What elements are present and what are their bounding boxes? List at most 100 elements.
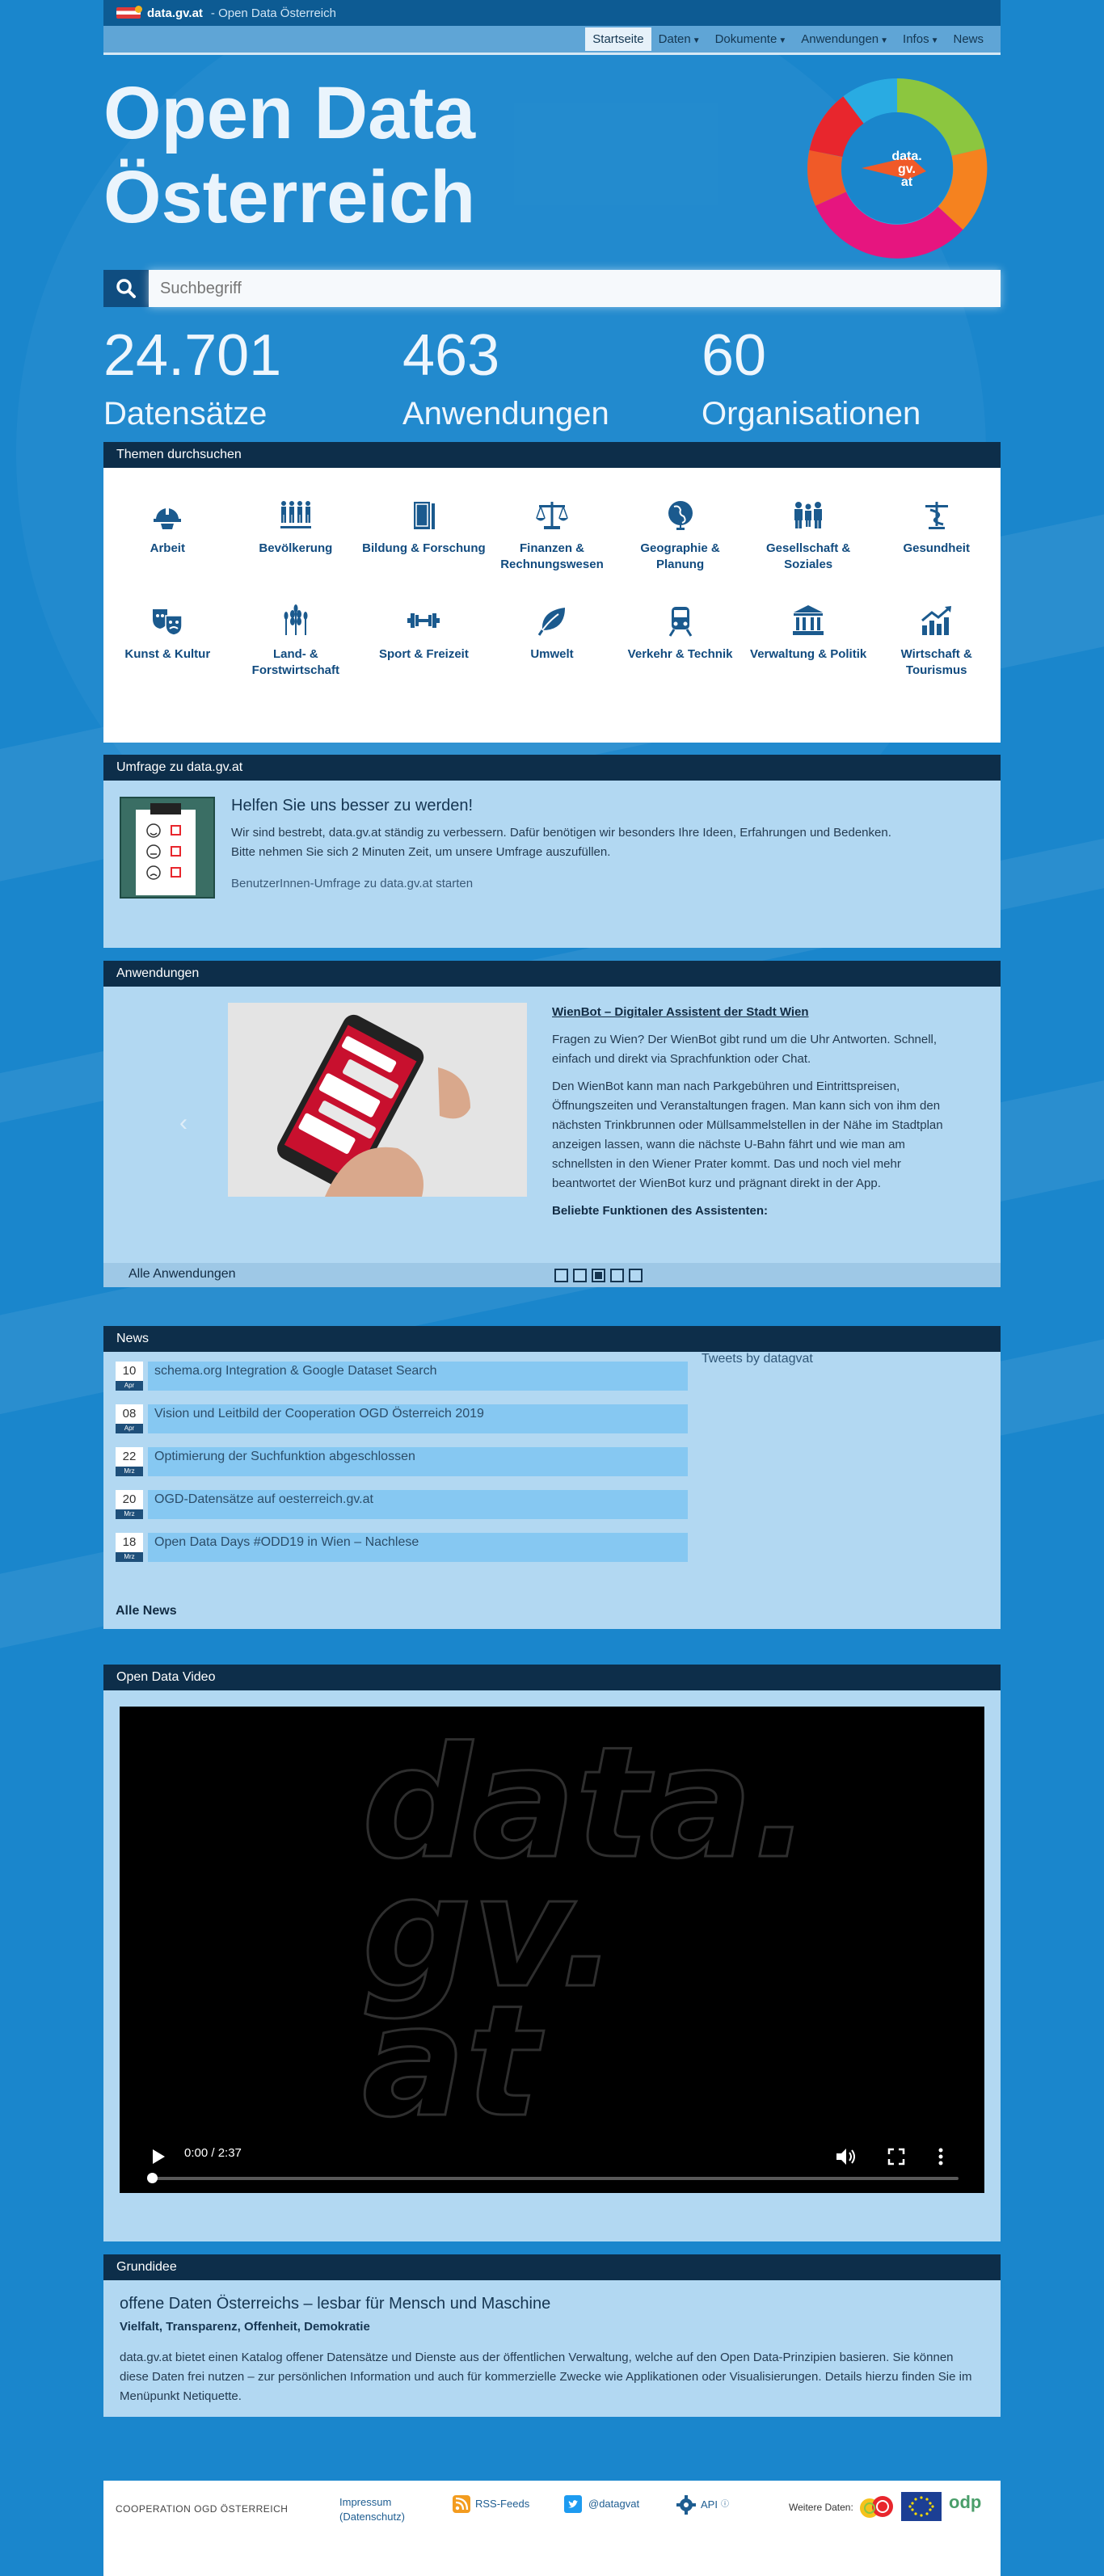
theme-bevoelkerung[interactable]: Bevölkerung (232, 486, 360, 591)
theme-kunst[interactable]: Kunst & Kultur (103, 591, 232, 697)
news-title[interactable]: Open Data Days #ODD19 in Wien – Nachlese (148, 1533, 688, 1562)
all-news-link[interactable]: Alle News (116, 1604, 177, 1618)
menu-daten[interactable]: Daten ▼ (651, 27, 708, 51)
video-progress-track[interactable] (150, 2177, 959, 2180)
rss-link[interactable]: RSS-Feeds (453, 2495, 529, 2513)
gear-icon (676, 2495, 696, 2515)
news-title[interactable]: Optimierung der Suchfunktion abgeschloss… (148, 1447, 688, 1476)
menu-label: Anwendungen (801, 32, 879, 46)
fullscreen-icon[interactable] (887, 2148, 905, 2166)
watermark-line: at (362, 1972, 544, 2151)
tweets-link[interactable]: Tweets by datagvat (702, 1352, 813, 1366)
caret-down-icon: ▼ (930, 36, 939, 45)
news-item[interactable]: 22 Mrz Optimierung der Suchfunktion abges… (116, 1447, 688, 1476)
caret-down-icon: ▼ (880, 36, 889, 45)
stat-organisations[interactable]: 60 Organisationen (702, 322, 1001, 435)
carousel-dot[interactable] (554, 1269, 568, 1282)
theme-wirtschaft[interactable]: Wirtschaft & Tourismus (872, 591, 1001, 697)
application-title-link[interactable]: WienBot – Digitaler Assistent der Stadt … (552, 1003, 956, 1022)
news-item[interactable]: 10 Apr schema.org Integration & Google Da… (116, 1362, 688, 1391)
news-item[interactable]: 18 Mrz Open Data Days #ODD19 in Wien – Na… (116, 1533, 688, 1562)
video-controls: 0:00 / 2:37 (120, 2145, 984, 2193)
survey-body: Helfen Sie uns besser zu werden! Wir sin… (103, 781, 1001, 948)
news-date: 22 Mrz (116, 1447, 143, 1476)
theme-sport[interactable]: Sport & Freizeit (360, 591, 488, 697)
theme-label: Gesundheit (903, 541, 970, 555)
menu-infos[interactable]: Infos ▼ (895, 27, 946, 51)
carousel-prev-icon[interactable]: ‹ (179, 1109, 188, 1137)
datenschutz-link[interactable]: (Datenschutz) (339, 2510, 405, 2524)
play-icon[interactable] (150, 2148, 166, 2166)
carousel-dot-active[interactable] (592, 1269, 605, 1282)
twitter-link[interactable]: @datagvat (564, 2495, 639, 2513)
train-icon (668, 607, 692, 637)
top-bar: data.gv.at - Open Data Österreich (103, 0, 1001, 26)
stat-datasets[interactable]: 24.701 Datensätze (103, 322, 402, 435)
main-menu: Startseite Daten ▼ Dokumente ▼ Anwendungen… (103, 26, 1001, 55)
search-icon (116, 279, 136, 298)
partner-logo-icon[interactable] (858, 2492, 895, 2521)
theme-label: Verwaltung & Politik (750, 647, 867, 661)
menu-anwendungen[interactable]: Anwendungen ▼ (794, 27, 895, 51)
cooperation-ogd-logo[interactable]: COOPERATION OGD ÖSTERREICH (116, 2503, 288, 2515)
carousel-dot[interactable] (629, 1269, 643, 1282)
eu-flag-icon[interactable] (901, 2492, 942, 2521)
theme-gesellschaft[interactable]: Gesellschaft & Soziales (744, 486, 873, 591)
news-title[interactable]: OGD-Datensätze auf oesterreich.gv.at (148, 1490, 688, 1519)
odp-logo[interactable]: odp (949, 2492, 981, 2513)
volume-icon[interactable] (835, 2147, 856, 2166)
news-title[interactable]: schema.org Integration & Google Dataset … (148, 1362, 688, 1391)
themes-panel: Themen durchsuchen Arbeit Bevölkerung Bi… (103, 442, 1001, 743)
all-applications-link[interactable]: Alle Anwendungen (129, 1267, 236, 1282)
grundidee-body: offene Daten Österreichs – lesbar für Me… (103, 2280, 1001, 2417)
menu-news[interactable]: News (946, 27, 991, 51)
search-button[interactable] (103, 270, 149, 307)
theme-bildung[interactable]: Bildung & Forschung (360, 486, 488, 591)
carousel-dot[interactable] (573, 1269, 587, 1282)
rss-label: RSS-Feeds (475, 2498, 530, 2510)
theme-arbeit[interactable]: Arbeit (103, 486, 232, 591)
news-day: 22 (122, 1450, 137, 1463)
video-progress-knob[interactable] (147, 2173, 158, 2183)
theme-verkehr[interactable]: Verkehr & Technik (616, 591, 744, 697)
stat-applications[interactable]: 463 Anwendungen (402, 322, 702, 435)
news-month: Apr (116, 1424, 143, 1433)
news-item[interactable]: 08 Apr Vision und Leitbild der Cooperatio… (116, 1404, 688, 1433)
survey-clipboard-icon (120, 797, 215, 899)
panel-header: News (103, 1326, 1001, 1352)
news-list: 10 Apr schema.org Integration & Google Da… (116, 1362, 688, 1576)
theme-land[interactable]: Land- & Forstwirtschaft (232, 591, 360, 697)
menu-startseite[interactable]: Startseite (585, 27, 651, 51)
help-icon[interactable]: ⓘ (721, 2498, 729, 2512)
carousel-dot[interactable] (610, 1269, 624, 1282)
api-label: API (701, 2498, 718, 2511)
news-item[interactable]: 20 Mrz OGD-Datensätze auf oesterreich.gv.… (116, 1490, 688, 1519)
news-date: 10 Apr (116, 1362, 143, 1391)
wienbot-app-image[interactable] (228, 1003, 527, 1197)
theme-gesundheit[interactable]: Gesundheit (872, 486, 1001, 591)
masks-icon (153, 609, 183, 636)
theme-label: Arbeit (150, 541, 185, 555)
theme-label: Umwelt (530, 647, 574, 661)
menu-label: News (953, 32, 984, 46)
carousel-footer: Alle Anwendungen (103, 1263, 1001, 1287)
theme-geographie[interactable]: Geographie & Planung (616, 486, 744, 591)
site-name[interactable]: data.gv.at (147, 6, 203, 20)
more-options-icon[interactable] (938, 2147, 944, 2166)
family-icon (794, 502, 823, 528)
news-title[interactable]: Vision und Leitbild der Cooperation OGD … (148, 1404, 688, 1433)
survey-start-link[interactable]: BenutzerInnen-Umfrage zu data.gv.at star… (231, 877, 891, 890)
flag-logo-icon[interactable] (116, 6, 142, 19)
panel-header: Themen durchsuchen (103, 442, 1001, 468)
impressum-link[interactable]: Impressum (339, 2495, 405, 2510)
video-player[interactable]: data. gv. at 0:00 / 2:37 (120, 1707, 984, 2193)
dumbbell-icon (407, 613, 440, 628)
api-link[interactable]: API ⓘ (676, 2495, 729, 2515)
theme-finanzen[interactable]: Finanzen & Rechnungswesen (488, 486, 617, 591)
theme-verwaltung[interactable]: Verwaltung & Politik (744, 591, 873, 697)
menu-dokumente[interactable]: Dokumente ▼ (708, 27, 794, 51)
svg-text:gv.: gv. (898, 162, 916, 176)
weitere-daten-label: Weitere Daten: (789, 2502, 853, 2513)
theme-umwelt[interactable]: Umwelt (488, 591, 617, 697)
search-input[interactable] (149, 270, 1001, 307)
